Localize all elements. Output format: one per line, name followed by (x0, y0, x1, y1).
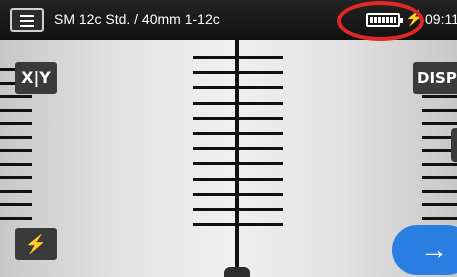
next-arrow-button[interactable]: → (392, 225, 457, 275)
fiber-line (422, 122, 457, 125)
menu-button[interactable] (10, 8, 44, 32)
side-panel-tab[interactable] (451, 128, 457, 162)
fiber-line (422, 203, 457, 206)
fiber-line (0, 135, 32, 139)
menu-bar-icon (20, 15, 34, 17)
fiber-line (422, 216, 457, 220)
battery-highlight-ring (337, 1, 424, 41)
fiber-line (0, 95, 32, 98)
fiber-line (0, 149, 32, 152)
fiber-line (0, 122, 32, 125)
bottom-drawer-handle[interactable] (224, 267, 250, 277)
menu-bar-icon (20, 20, 34, 22)
splice-program-title[interactable]: SM 12c Std. / 40mm 1-12c (54, 11, 220, 27)
menu-bar-icon (20, 25, 34, 27)
fiber-line (422, 189, 457, 193)
fiber-line (422, 108, 457, 112)
fiber-line (422, 95, 457, 98)
center-alignment-line (235, 40, 239, 277)
clock: 09:11 (425, 11, 457, 27)
fiber-line (0, 189, 32, 193)
fiber-line (422, 162, 457, 166)
fiber-line (422, 176, 457, 179)
status-bar: SM 12c Std. / 40mm 1-12c ⚡ 09:11 (0, 0, 457, 41)
fiber-line (0, 162, 32, 166)
display-button[interactable]: DISP (413, 62, 457, 94)
splicer-screen: SM 12c Std. / 40mm 1-12c ⚡ 09:11 X|Y DIS… (0, 0, 457, 277)
fiber-line (0, 108, 32, 112)
fiber-line (0, 176, 32, 179)
xy-view-button[interactable]: X|Y (15, 62, 57, 94)
arc-button[interactable]: ⚡ (15, 228, 57, 260)
fiber-line (0, 203, 32, 206)
fiber-line (0, 216, 32, 220)
